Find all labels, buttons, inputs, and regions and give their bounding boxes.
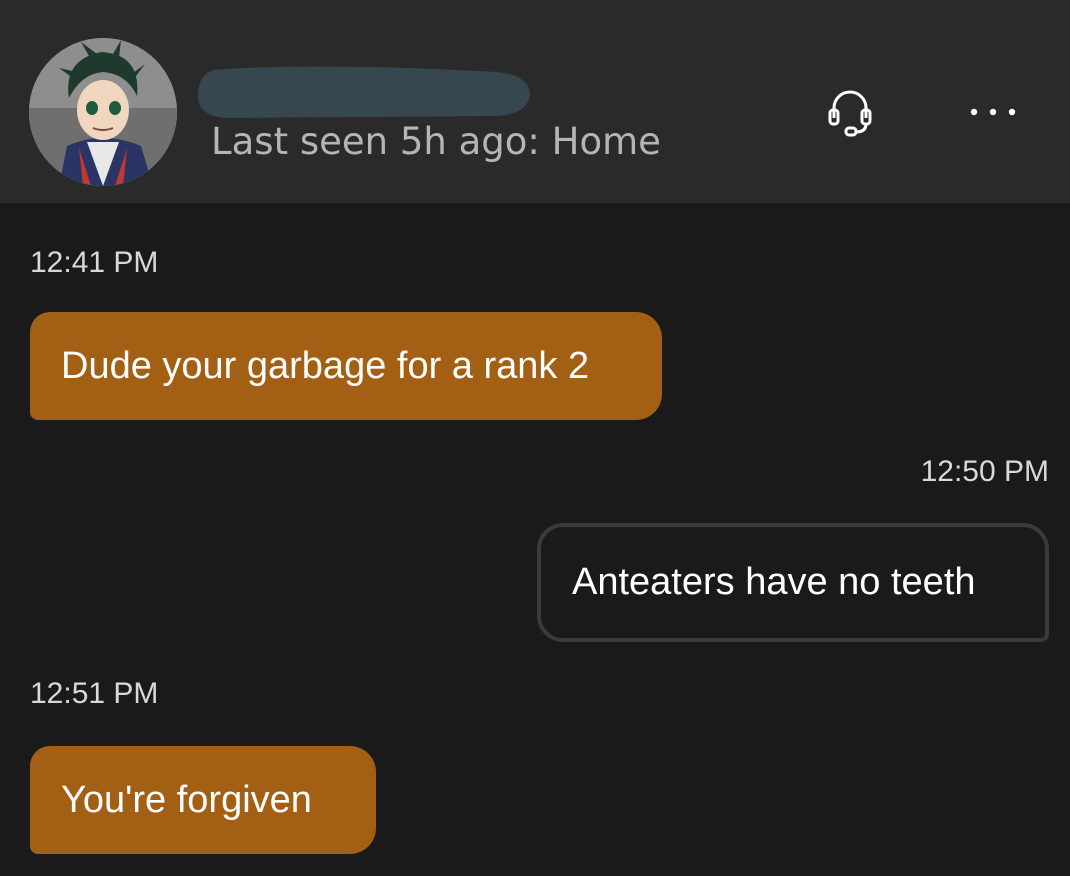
chat-header: Last seen 5h ago: Home bbox=[0, 0, 1070, 203]
avatar-image bbox=[29, 38, 177, 186]
redacted-name bbox=[196, 62, 532, 120]
incoming-message-bubble[interactable]: Dude your garbage for a rank 2 bbox=[30, 312, 662, 420]
outgoing-message-bubble[interactable]: Anteaters have no teeth bbox=[537, 523, 1049, 642]
avatar[interactable] bbox=[29, 38, 177, 186]
message-timestamp: 12:51 PM bbox=[30, 677, 159, 710]
incoming-message-bubble[interactable]: You're forgiven bbox=[30, 746, 376, 854]
message-timestamp: 12:41 PM bbox=[30, 246, 159, 279]
message-timestamp: 12:50 PM bbox=[920, 455, 1049, 488]
chat-screen: Last seen 5h ago: Home 12:41 PM Dude you… bbox=[0, 0, 1070, 876]
headset-icon[interactable] bbox=[820, 82, 880, 142]
more-options-icon[interactable] bbox=[958, 92, 1028, 132]
last-seen-status: Last seen 5h ago: Home bbox=[211, 120, 661, 163]
